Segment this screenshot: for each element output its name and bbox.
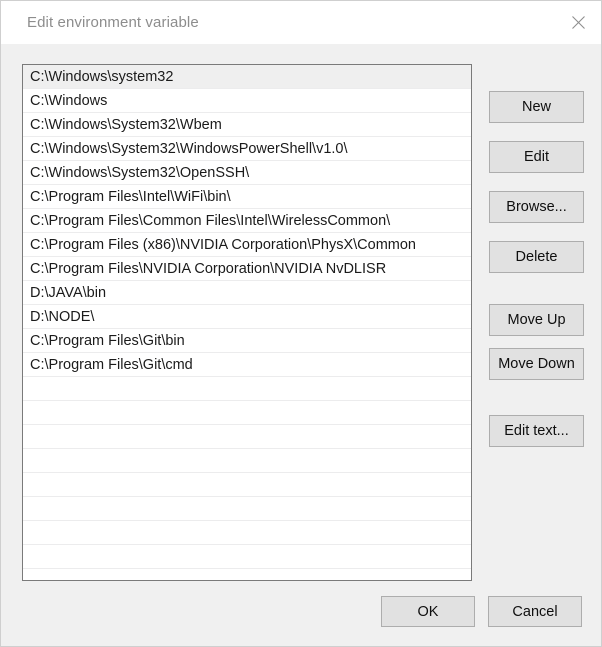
ok-button[interactable]: OK [381,596,475,627]
delete-button[interactable]: Delete [489,241,584,273]
list-item[interactable]: C:\Windows\System32\OpenSSH\ [23,161,471,185]
list-item-empty[interactable] [23,449,471,473]
list-item-empty[interactable] [23,425,471,449]
path-list[interactable]: C:\Windows\system32 C:\Windows C:\Windows\… [22,64,472,581]
list-item[interactable]: C:\Program Files\Git\cmd [23,353,471,377]
close-button[interactable] [555,1,601,44]
list-item[interactable]: C:\Windows\System32\WindowsPowerShell\v1… [23,137,471,161]
new-button[interactable]: New [489,91,584,123]
dialog-body: C:\Windows\system32 C:\Windows C:\Windows\… [1,45,601,646]
move-up-button[interactable]: Move Up [489,304,584,336]
list-item[interactable]: D:\JAVA\bin [23,281,471,305]
list-item[interactable]: C:\Windows [23,89,471,113]
edit-button[interactable]: Edit [489,141,584,173]
move-down-button[interactable]: Move Down [489,348,584,380]
list-item-empty[interactable] [23,401,471,425]
edit-text-button[interactable]: Edit text... [489,415,584,447]
list-item[interactable]: C:\Program Files\Common Files\Intel\Wire… [23,209,471,233]
browse-button[interactable]: Browse... [489,191,584,223]
list-item[interactable]: C:\Program Files (x86)\NVIDIA Corporatio… [23,233,471,257]
list-item-empty[interactable] [23,521,471,545]
list-item[interactable]: C:\Windows\System32\Wbem [23,113,471,137]
list-item[interactable]: C:\Program Files\Git\bin [23,329,471,353]
list-item[interactable]: C:\Program Files\NVIDIA Corporation\NVID… [23,257,471,281]
list-item-empty[interactable] [23,569,471,580]
edit-environment-variable-dialog: Edit environment variable C:\Windows\sys… [0,0,602,647]
list-item-empty[interactable] [23,545,471,569]
close-icon [571,16,585,29]
list-item[interactable]: D:\NODE\ [23,305,471,329]
list-item-empty[interactable] [23,473,471,497]
list-item[interactable]: C:\Windows\system32 [23,65,471,89]
title-bar: Edit environment variable [1,1,601,45]
list-item[interactable]: C:\Program Files\Intel\WiFi\bin\ [23,185,471,209]
cancel-button[interactable]: Cancel [488,596,582,627]
window-title: Edit environment variable [27,14,199,31]
list-item-empty[interactable] [23,377,471,401]
list-item-empty[interactable] [23,497,471,521]
